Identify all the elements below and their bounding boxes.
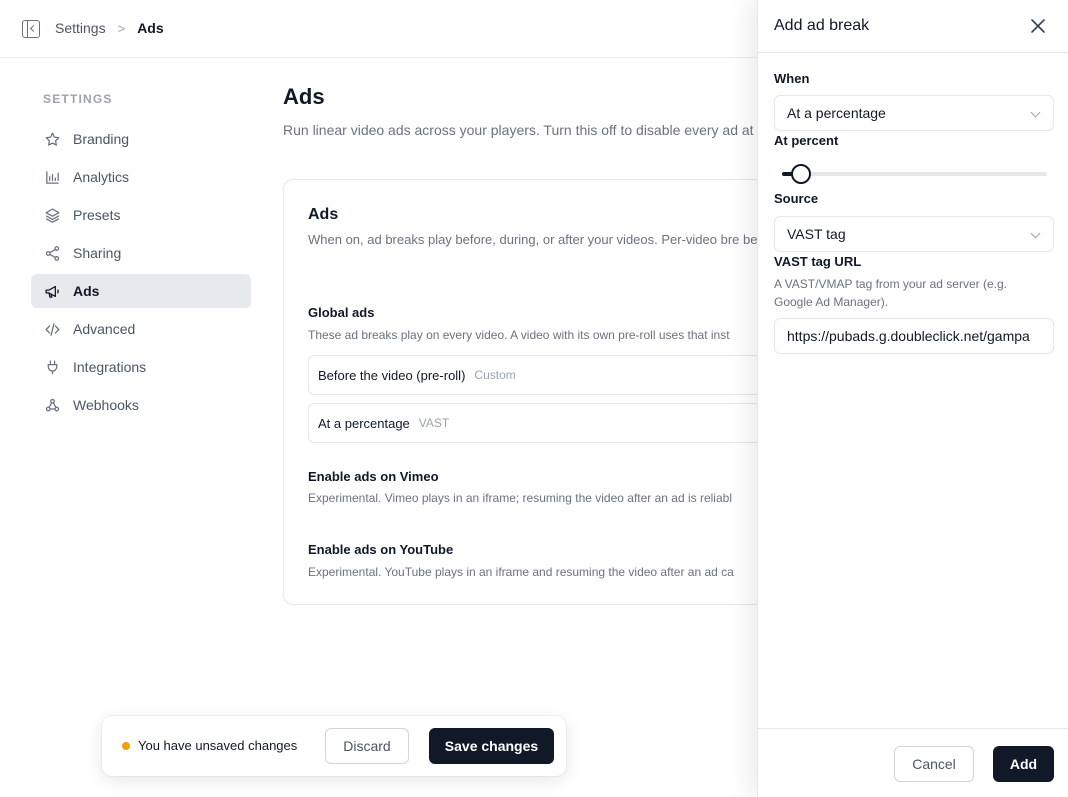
source-select[interactable]: VAST tag — [774, 216, 1054, 252]
sidebar-item-label: Integrations — [73, 359, 147, 375]
source-value: VAST tag — [787, 226, 846, 242]
global-ads-description: These ad breaks play on every video. A v… — [308, 328, 730, 342]
at-percent-label: At percent — [774, 133, 839, 148]
ad-break-row[interactable]: Before the video (pre-roll) Custom — [308, 355, 778, 395]
share-icon — [43, 244, 61, 262]
code-icon — [43, 320, 61, 338]
drawer-footer: Cancel Add — [758, 728, 1068, 797]
megaphone-icon — [43, 282, 61, 300]
percent-slider[interactable] — [782, 164, 1047, 184]
discard-button[interactable]: Discard — [325, 728, 409, 764]
drawer-title: Add ad break — [774, 17, 870, 34]
vast-url-label: VAST tag URL — [774, 254, 862, 269]
sidebar-item-sharing[interactable]: Sharing — [31, 236, 251, 270]
source-label: Source — [774, 191, 819, 206]
sidebar-item-ads[interactable]: Ads — [31, 274, 251, 308]
vimeo-description: Experimental. Vimeo plays in an iframe; … — [308, 491, 732, 505]
sidebar-item-label: Analytics — [73, 169, 130, 185]
main-header: Ads Run linear video ads across your pla… — [283, 84, 774, 138]
when-value: At a percentage — [787, 105, 886, 121]
sidebar-item-branding[interactable]: Branding — [31, 122, 251, 156]
save-changes-button[interactable]: Save changes — [429, 728, 554, 764]
breadcrumb-settings[interactable]: Settings — [55, 20, 106, 36]
close-icon — [1031, 19, 1045, 33]
status-dot — [122, 742, 130, 750]
ad-break-label: Before the video (pre-roll) — [318, 367, 466, 383]
sidebar-item-label: Advanced — [73, 321, 136, 337]
youtube-title: Enable ads on YouTube — [308, 542, 454, 557]
chevron-down-icon — [1030, 228, 1041, 239]
unsaved-message: You have unsaved changes — [138, 738, 298, 753]
sidebar-item-presets[interactable]: Presets — [31, 198, 251, 232]
settings-sidebar: SETTINGS Branding Analytics Presets Shar… — [31, 92, 251, 426]
sidebar-toggle-icon[interactable] — [22, 20, 40, 38]
sidebar-item-label: Presets — [73, 207, 121, 223]
sidebar-item-label: Branding — [73, 131, 130, 147]
ad-break-tag: VAST — [418, 416, 450, 430]
sidebar-title: SETTINGS — [43, 92, 113, 106]
breadcrumb: Settings > Ads — [55, 20, 164, 36]
ad-break-tag: Custom — [474, 368, 516, 382]
sidebar-item-webhooks[interactable]: Webhooks — [31, 388, 251, 422]
plug-icon — [43, 358, 61, 376]
layers-icon — [43, 206, 61, 224]
slider-thumb[interactable] — [790, 164, 811, 184]
close-button[interactable] — [1026, 14, 1050, 38]
sidebar-item-label: Sharing — [73, 245, 122, 261]
breadcrumb-current: Ads — [137, 20, 164, 36]
chevron-right-icon: > — [117, 20, 126, 36]
vast-url-help: A VAST/VMAP tag from your ad server (e.g… — [774, 277, 1007, 309]
ad-break-row[interactable]: At a percentage VAST — [308, 403, 778, 443]
ads-card: Ads When on, ad breaks play before, duri… — [283, 179, 803, 605]
add-button[interactable]: Add — [993, 746, 1054, 782]
sidebar-item-integrations[interactable]: Integrations — [31, 350, 251, 384]
sidebar-item-label: Webhooks — [73, 397, 139, 413]
cancel-button[interactable]: Cancel — [894, 746, 974, 782]
add-ad-break-drawer: Add ad break When At a percentage At per… — [757, 0, 1068, 797]
webhook-icon — [43, 396, 61, 414]
youtube-description: Experimental. YouTube plays in an iframe… — [308, 565, 734, 579]
ad-break-label: At a percentage — [318, 415, 410, 431]
card-title: Ads — [308, 206, 339, 223]
page-subtitle: Run linear video ads across your players… — [283, 122, 774, 138]
when-label: When — [774, 71, 810, 86]
sidebar-item-advanced[interactable]: Advanced — [31, 312, 251, 346]
vast-url-input[interactable] — [774, 318, 1054, 354]
drawer-header: Add ad break — [758, 0, 1068, 53]
unsaved-changes-bar: You have unsaved changes Discard Save ch… — [102, 716, 566, 776]
vimeo-title: Enable ads on Vimeo — [308, 469, 439, 484]
when-select[interactable]: At a percentage — [774, 95, 1054, 131]
card-description: When on, ad breaks play before, during, … — [308, 232, 780, 247]
star-icon — [43, 130, 61, 148]
sidebar-item-analytics[interactable]: Analytics — [31, 160, 251, 194]
global-ads-title: Global ads — [308, 305, 375, 320]
bar-chart-icon — [43, 168, 61, 186]
sidebar-item-label: Ads — [73, 283, 100, 299]
page-title: Ads — [283, 84, 325, 109]
chevron-down-icon — [1030, 107, 1041, 118]
